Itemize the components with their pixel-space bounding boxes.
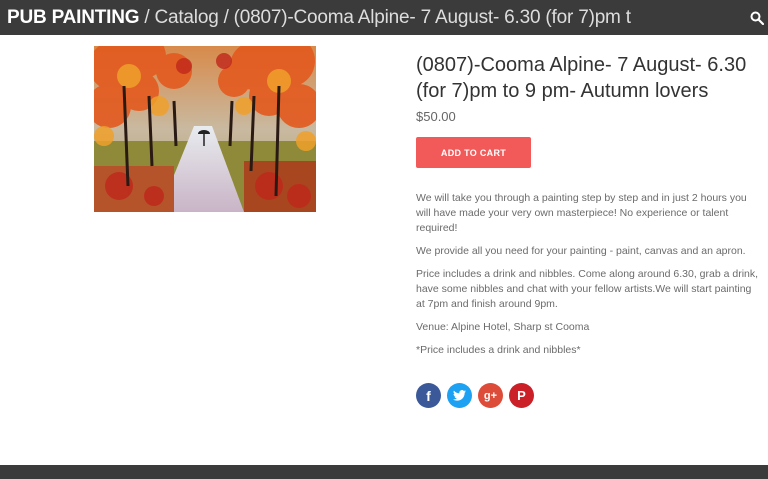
product-title: (0807)-Cooma Alpine- 7 August- 6.30 (for… [416,54,747,102]
description-paragraph: Venue: Alpine Hotel, Sharp st Cooma [416,321,590,333]
breadcrumb-separator: / [144,6,150,28]
description-paragraph: *Price includes a drink and nibbles* [416,344,581,356]
breadcrumb-current: (0807)-Cooma Alpine- 7 August- 6.30 (for… [233,6,631,28]
description-paragraph: We provide all you need for your paintin… [416,245,746,257]
breadcrumb-separator: / [223,6,229,28]
googleplus-share-button[interactable]: g+ [478,383,503,408]
description-paragraph: We will take you through a painting step… [416,192,747,234]
product-details: (0807)-Cooma Alpine- 7 August- 6.30 (for… [416,52,761,366]
description-paragraph: Price includes a drink and nibbles. Come… [416,268,759,310]
product-image[interactable] [94,46,316,212]
googleplus-icon: g+ [483,389,498,402]
facebook-share-button[interactable]: f [416,383,441,408]
pinterest-icon: P [517,388,526,403]
pinterest-share-button[interactable]: P [509,383,534,408]
search-button[interactable] [746,0,768,35]
twitter-icon [453,390,466,401]
brand-link[interactable]: PUB PAINTING [7,7,140,28]
twitter-share-button[interactable] [447,383,472,408]
top-bar: PUB PAINTING / Catalog / (0807)-Cooma Alpine… [0,0,768,35]
painting-image [94,46,316,212]
product-price: $50.00 [416,109,456,124]
breadcrumb: PUB PAINTING / Catalog / (0807)-Cooma Alpine… [7,7,631,29]
catalog-link[interactable]: Catalog [154,7,218,28]
share-buttons: f g+ P [416,383,534,408]
search-icon [750,11,764,25]
add-to-cart-button[interactable]: ADD TO CART [416,137,531,168]
facebook-icon: f [426,387,431,404]
product-description: We will take you through a painting step… [416,191,761,358]
footer-bar [0,465,768,479]
